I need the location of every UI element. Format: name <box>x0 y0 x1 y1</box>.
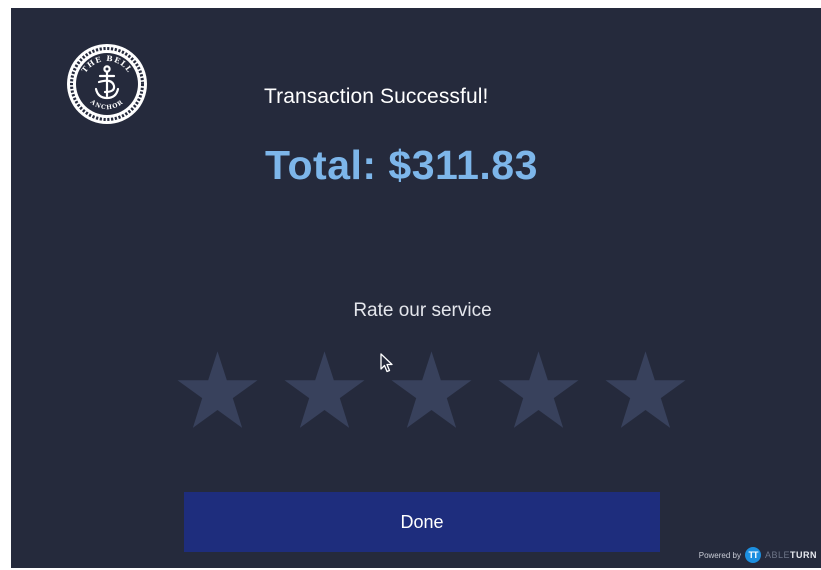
bell-anchor-logo: THE BELL ANCHOR <box>65 42 149 126</box>
star-icon <box>177 351 258 428</box>
powered-by-footer: Powered by TT ABLETURN <box>699 547 817 563</box>
star-icon <box>498 351 579 428</box>
payment-complete-screen: THE BELL ANCHOR Transaction Successful! … <box>11 8 821 568</box>
star-4-button[interactable] <box>496 348 581 433</box>
star-icon <box>284 351 365 428</box>
star-1-button[interactable] <box>175 348 260 433</box>
brand-dark-text: TURN <box>790 550 817 560</box>
powered-by-label: Powered by <box>698 550 741 560</box>
star-5-button[interactable] <box>603 348 688 433</box>
done-button[interactable]: Done <box>184 492 660 552</box>
star-3-button[interactable] <box>389 348 474 433</box>
tableturn-logo-icon: TT <box>744 547 761 563</box>
star-2-button[interactable] <box>282 348 367 433</box>
tableturn-wordmark: ABLETURN <box>765 550 817 560</box>
brand-light-text: ABLE <box>764 550 790 560</box>
star-icon <box>605 351 686 428</box>
transaction-status: Transaction Successful! <box>264 85 489 108</box>
star-icon <box>391 351 472 428</box>
total-amount: Total: $311.83 <box>265 142 538 188</box>
mouse-pointer-icon <box>380 353 394 373</box>
rating-prompt: Rate our service <box>353 300 492 321</box>
star-rating <box>175 348 690 434</box>
